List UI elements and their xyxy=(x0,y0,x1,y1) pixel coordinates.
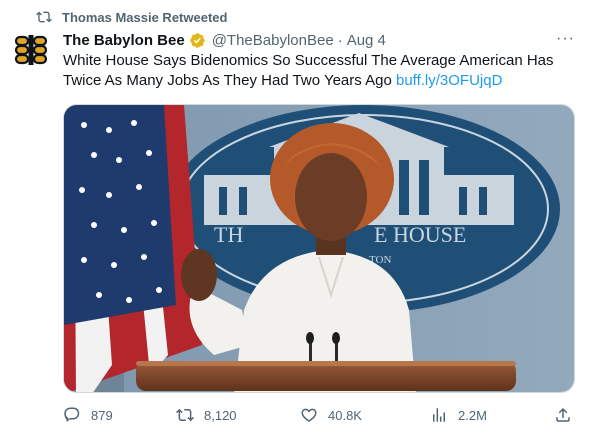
retweet-button[interactable]: 8,120 xyxy=(176,406,237,424)
views-chart-icon xyxy=(433,408,445,422)
reply-icon xyxy=(64,407,80,423)
more-options-icon[interactable]: ··· xyxy=(556,30,575,48)
reply-count: 879 xyxy=(91,407,113,423)
tweet-date[interactable]: Aug 4 xyxy=(347,32,386,49)
view-count: 2.2M xyxy=(458,407,487,423)
like-count: 40.8K xyxy=(328,407,362,423)
tweet-actions: 879 8,120 40.8K 2.2M xyxy=(63,404,573,426)
retweeted-by-row[interactable]: Thomas Massie Retweeted xyxy=(36,8,227,26)
retweet-icon xyxy=(36,11,52,23)
like-button[interactable]: 40.8K xyxy=(300,406,362,424)
american-flag xyxy=(64,105,202,392)
views-button[interactable]: 2.2M xyxy=(430,406,487,424)
sign-text-left: TH xyxy=(214,222,243,247)
bee-logo-icon xyxy=(14,35,48,65)
avatar[interactable] xyxy=(13,32,49,68)
retweet-count: 8,120 xyxy=(204,407,237,423)
share-icon xyxy=(556,407,570,422)
heart-icon xyxy=(301,408,317,422)
retweeted-by-label: Thomas Massie Retweeted xyxy=(62,9,228,25)
reply-button[interactable]: 879 xyxy=(63,406,113,424)
tweet-header: The Babylon Bee @TheBabylonBee · Aug 4 xyxy=(63,30,386,50)
tweet-link[interactable]: buff.ly/3OFUjqD xyxy=(396,72,502,89)
press-briefing-photo: TH E HOUSE TON xyxy=(64,105,574,392)
sign-text-right: E HOUSE xyxy=(374,222,466,247)
author-name[interactable]: The Babylon Bee xyxy=(63,32,185,49)
tweet-text: White House Says Bidenomics So Successfu… xyxy=(63,51,573,91)
author-handle[interactable]: @TheBabylonBee xyxy=(212,32,334,49)
separator-dot: · xyxy=(337,31,343,49)
share-button[interactable] xyxy=(554,406,582,424)
retweet-action-icon xyxy=(176,408,194,422)
tweet-image[interactable]: TH E HOUSE TON xyxy=(63,104,575,393)
verified-badge-icon[interactable] xyxy=(189,32,206,49)
